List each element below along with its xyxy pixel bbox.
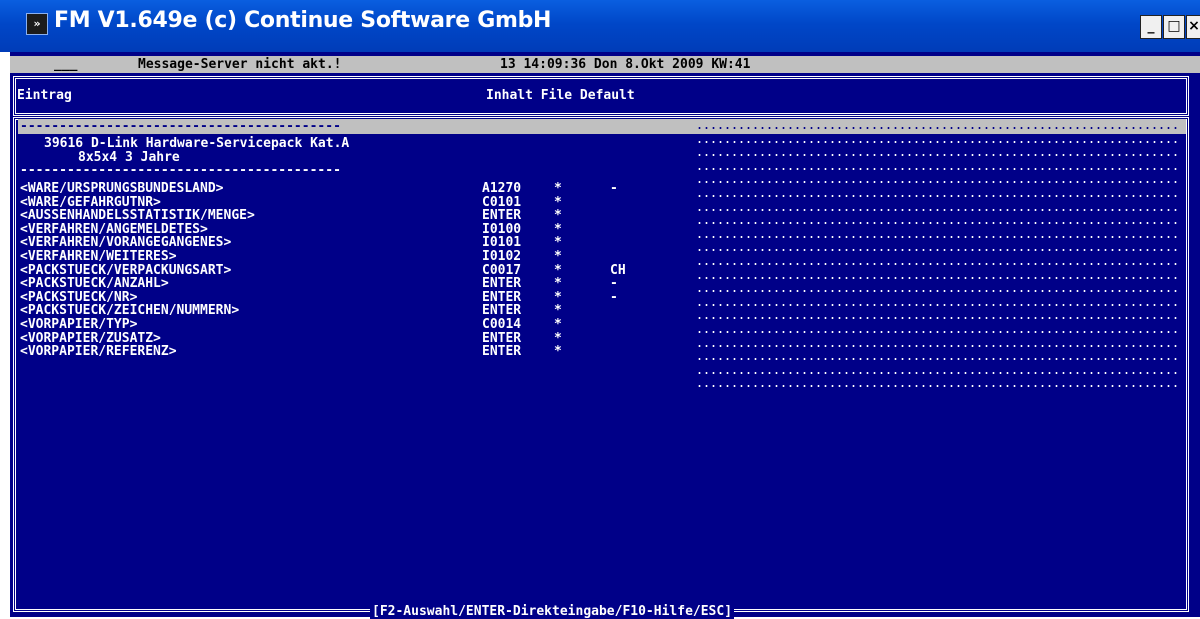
row-value: A1270 bbox=[482, 181, 522, 196]
row-value: I0102 bbox=[482, 249, 522, 264]
dot-line bbox=[696, 181, 1180, 184]
dot-line bbox=[696, 154, 1180, 157]
dot-line bbox=[696, 140, 1180, 143]
row-file: * bbox=[554, 249, 562, 264]
dot-line bbox=[696, 317, 1180, 320]
dot-line bbox=[696, 167, 1180, 170]
app-icon: » bbox=[26, 13, 48, 35]
dot-line bbox=[696, 249, 1180, 252]
separator-top: ----------------------------------------… bbox=[20, 119, 341, 134]
maximize-button[interactable]: □ bbox=[1163, 15, 1185, 39]
dot-line bbox=[696, 208, 1180, 211]
row-name[interactable]: <VORPAPIER/REFERENZ> bbox=[20, 345, 177, 359]
dot-line bbox=[696, 331, 1180, 333]
status-bar: ___ Message-Server nicht akt.! 13 14:09:… bbox=[10, 56, 1200, 73]
dot-line bbox=[696, 385, 1180, 388]
dot-line bbox=[696, 127, 1180, 129]
dot-line bbox=[696, 195, 1180, 197]
dot-line bbox=[696, 358, 1180, 361]
row-file: * bbox=[554, 317, 562, 332]
dot-line bbox=[696, 371, 1180, 374]
minimize-button[interactable]: _ bbox=[1140, 15, 1162, 39]
row-value: C0014 bbox=[482, 317, 522, 332]
column-header-content: Inhalt File Default bbox=[486, 88, 635, 103]
row-default: - bbox=[610, 289, 618, 305]
row-value: ENTER bbox=[482, 344, 522, 360]
row-file: * bbox=[554, 344, 562, 360]
column-header-entry: Eintrag bbox=[17, 88, 72, 103]
status-datetime: 13 14:09:36 Don 8.Okt 2009 KW:41 bbox=[500, 57, 751, 72]
close-button[interactable]: × bbox=[1186, 15, 1200, 39]
status-message: Message-Server nicht akt.! bbox=[138, 57, 342, 72]
window-title: FM V1.649e (c) Continue Software GmbH bbox=[54, 8, 552, 33]
row-name[interactable]: <WARE/URSPRUNGSBUNDESLAND> bbox=[20, 182, 224, 196]
dot-line bbox=[696, 235, 1180, 238]
dot-line bbox=[696, 222, 1180, 225]
status-user: ___ bbox=[54, 57, 78, 72]
row-name[interactable]: <VERFAHREN/WEITERES> bbox=[20, 250, 177, 264]
console-window: ___ Message-Server nicht akt.! 13 14:09:… bbox=[10, 52, 1200, 619]
row-name[interactable]: <VORPAPIER/TYP> bbox=[20, 318, 137, 332]
row-file: * bbox=[554, 181, 562, 196]
dot-line bbox=[696, 290, 1180, 293]
dot-line bbox=[696, 344, 1180, 347]
dot-line bbox=[696, 263, 1180, 265]
title-bar: » FM V1.649e (c) Continue Software GmbH … bbox=[0, 0, 1200, 52]
row-default: - bbox=[610, 181, 618, 196]
dot-line bbox=[696, 303, 1180, 306]
dot-line bbox=[696, 276, 1180, 279]
separator-bottom: ----------------------------------------… bbox=[20, 163, 341, 178]
article-line-1: 39616 D-Link Hardware-Servicepack Kat.A bbox=[44, 136, 350, 151]
